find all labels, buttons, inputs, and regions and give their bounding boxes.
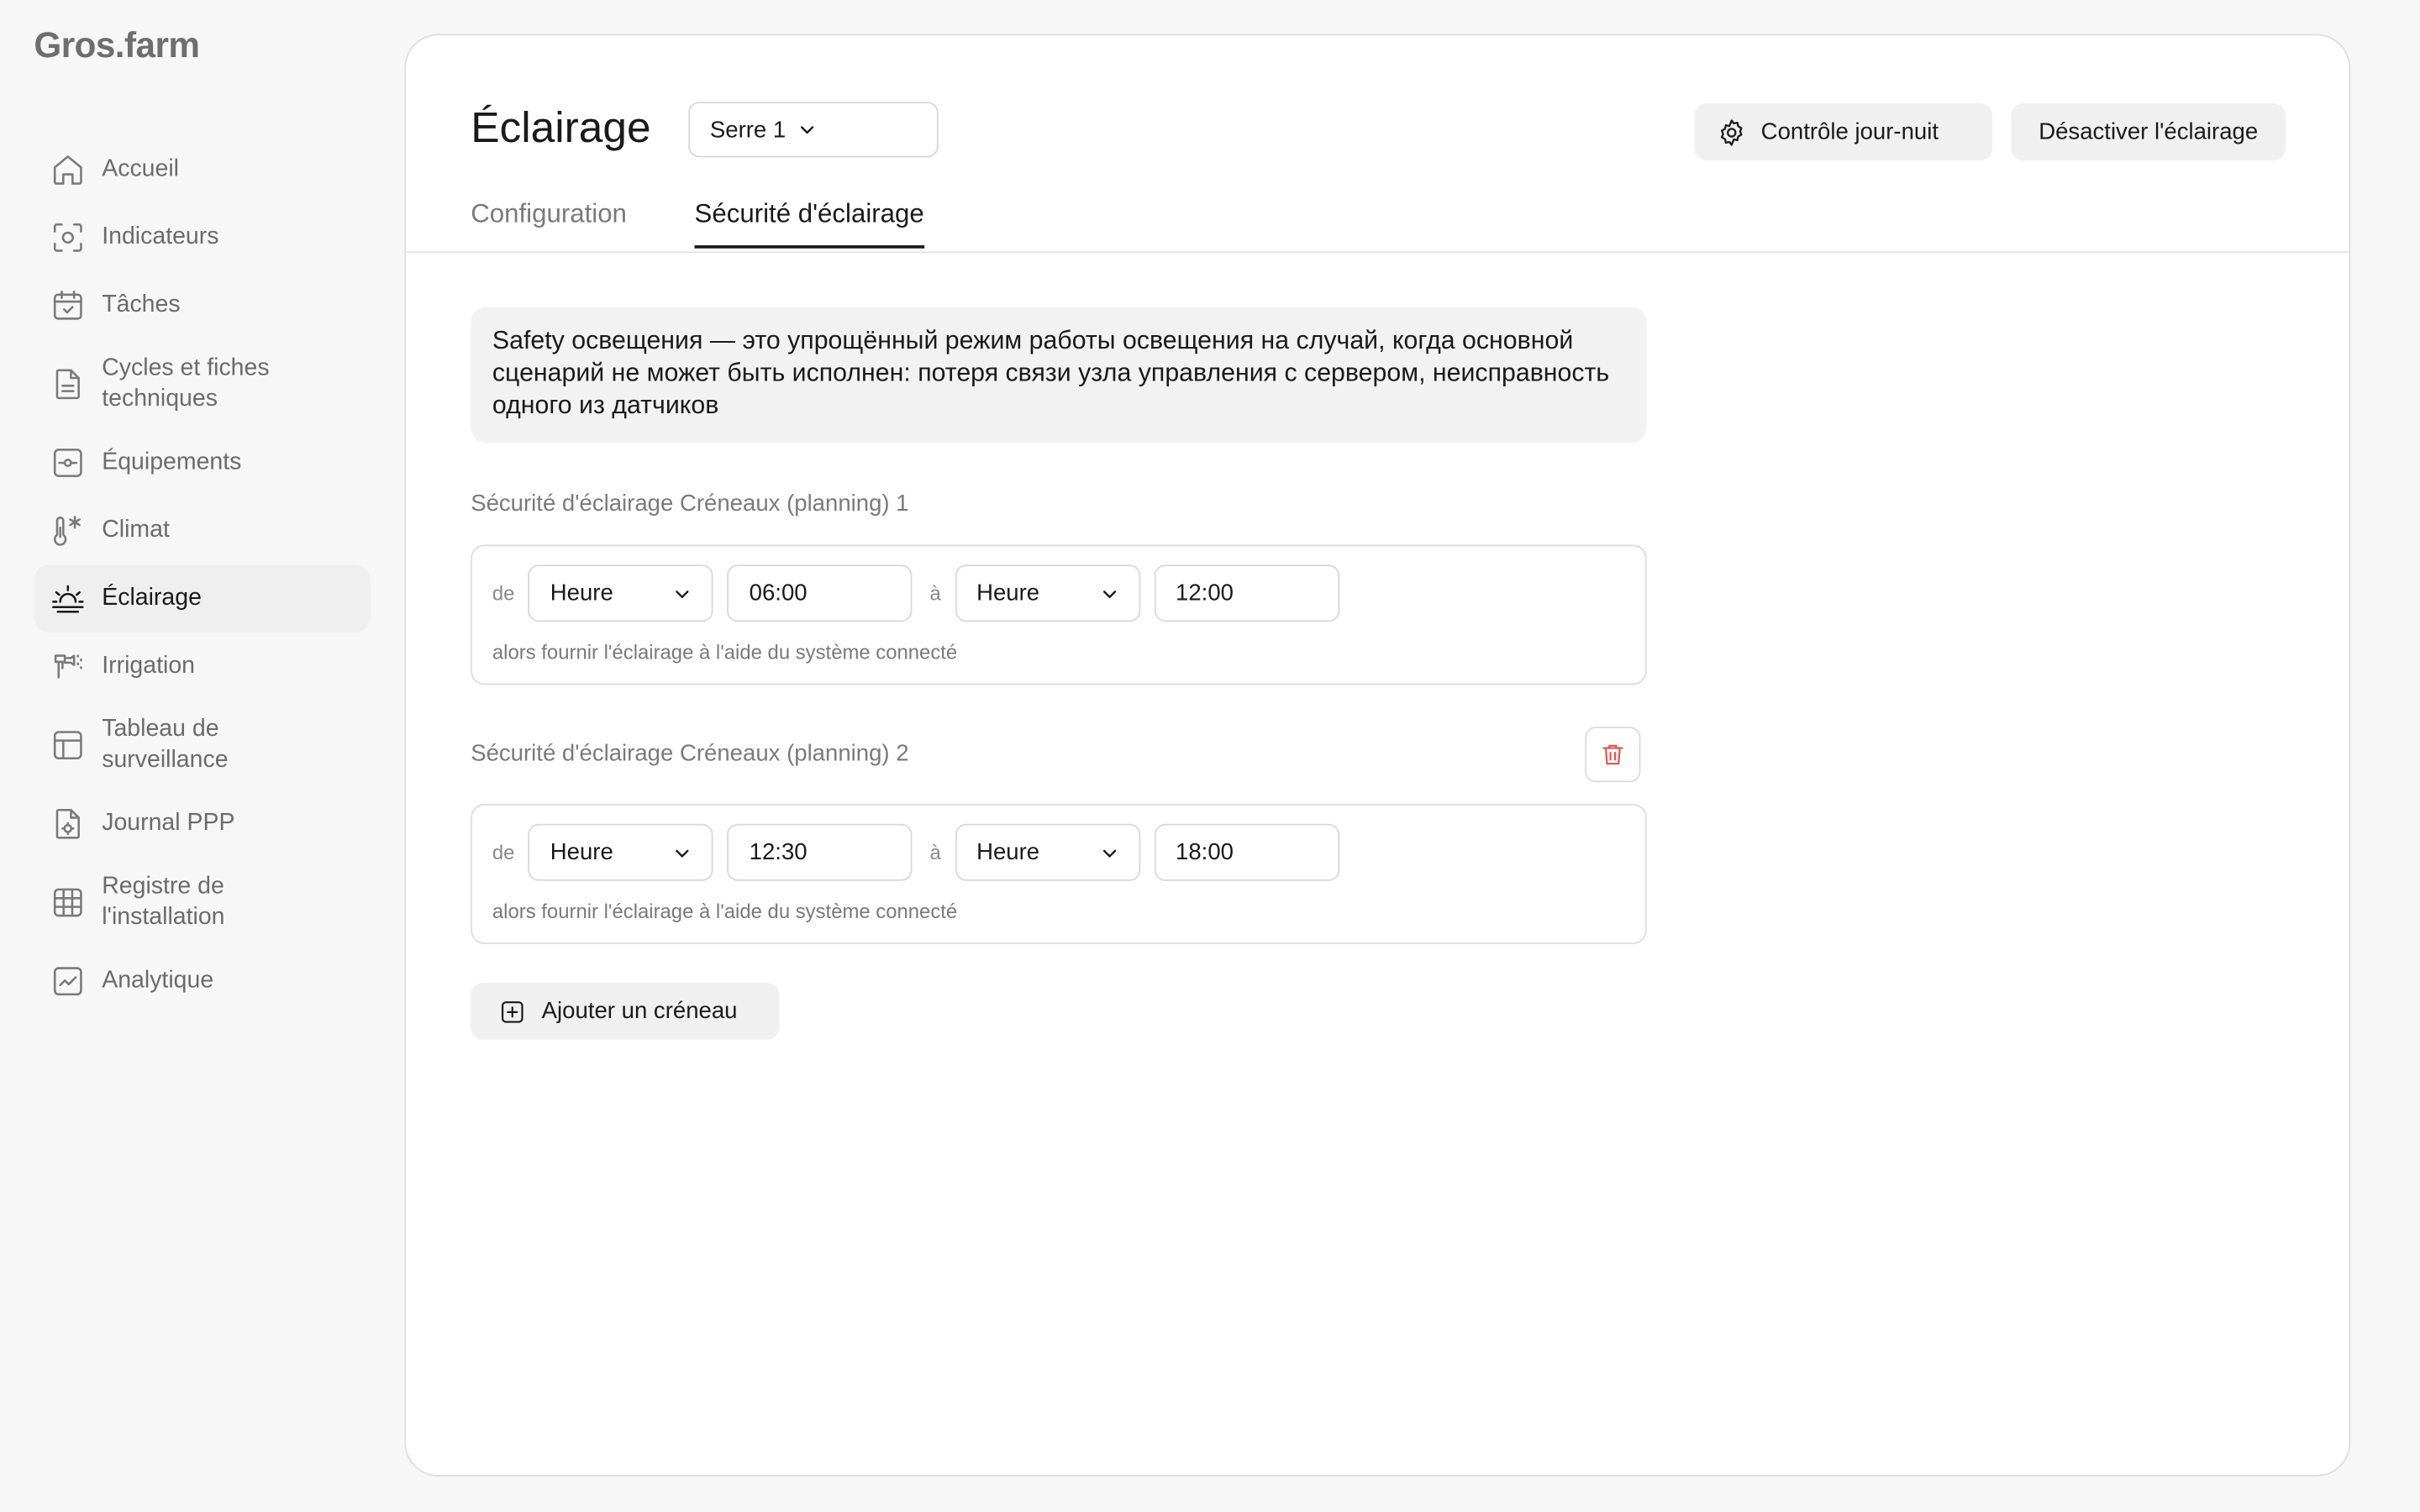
- tab-safety[interactable]: Sécurité d'éclairage: [694, 199, 924, 249]
- from-time-input[interactable]: 12:30: [727, 823, 913, 881]
- sidebar-item-label: Accueil: [102, 155, 179, 182]
- sidebar-item-journal[interactable]: Journal PPP: [34, 790, 370, 858]
- sidebar-item-equipements[interactable]: Équipements: [34, 429, 370, 497]
- sidebar-item-label: Climat: [102, 517, 170, 543]
- dashboard-grid-icon: [50, 727, 87, 764]
- to-time-input[interactable]: 18:00: [1154, 823, 1339, 881]
- trash-icon: [1602, 744, 1623, 765]
- from-unit-select[interactable]: Heure: [529, 564, 714, 622]
- to-unit-value: Heure: [976, 839, 1040, 866]
- add-slot-label: Ajouter un créneau: [541, 998, 738, 1025]
- sidebar-item-label: Indicateurs: [102, 223, 219, 250]
- irrigation-icon: [50, 648, 87, 685]
- delete-slot-button[interactable]: [1585, 727, 1641, 783]
- sunrise-icon: [50, 580, 87, 617]
- daynight-control-button[interactable]: Contrôle jour-nuit: [1694, 103, 1993, 161]
- sidebar-item-accueil[interactable]: Accueil: [34, 136, 370, 204]
- home-icon: [50, 151, 87, 188]
- indicators-icon: [50, 219, 87, 256]
- from-label: de: [492, 581, 515, 605]
- plus-square-icon: [501, 1000, 523, 1022]
- greenhouse-select[interactable]: Serre 1: [688, 102, 939, 158]
- slot-card: de Heure 06:00 à Heure 12:00 alors fourn…: [471, 544, 1647, 685]
- sidebar-item-label: Journal PPP: [102, 810, 235, 837]
- journal-icon: [50, 806, 87, 843]
- tab-configuration[interactable]: Configuration: [471, 199, 627, 245]
- sidebar-item-tableau[interactable]: Tableau de surveillance: [34, 701, 370, 790]
- sidebar-item-analytique[interactable]: Analytique: [34, 948, 370, 1016]
- from-unit-select[interactable]: Heure: [529, 823, 714, 881]
- to-unit-select[interactable]: Heure: [955, 823, 1140, 881]
- page-title: Éclairage: [471, 103, 651, 151]
- from-label: de: [492, 841, 515, 864]
- slot-title: Sécurité d'éclairage Créneaux (planning)…: [471, 491, 909, 517]
- slot-note: alors fournir l'éclairage à l'aide du sy…: [492, 640, 958, 664]
- sidebar-item-label: Tableau de surveillance: [102, 716, 229, 774]
- from-unit-value: Heure: [550, 580, 613, 606]
- main-card: Éclairage Serre 1 Contrôle jour-nuit Dés…: [404, 34, 2351, 1477]
- to-unit-value: Heure: [976, 580, 1040, 606]
- analytics-icon: [50, 963, 87, 1000]
- from-time-input[interactable]: 06:00: [727, 564, 913, 622]
- sidebar-item-cycles[interactable]: Cycles et fiches techniques: [34, 339, 370, 429]
- to-label: à: [929, 841, 941, 864]
- sidebar-item-label: Irrigation: [102, 652, 195, 680]
- to-time-input[interactable]: 12:00: [1154, 564, 1339, 622]
- sidebar-item-registre[interactable]: Registre de l'installation: [34, 858, 370, 948]
- brand-logo: Gros.farm: [34, 24, 200, 66]
- from-unit-value: Heure: [550, 839, 613, 866]
- sidebar-item-irrigation[interactable]: Irrigation: [34, 633, 370, 701]
- greenhouse-select-value: Serre 1: [709, 116, 786, 143]
- slot-row: de Heure 12:30 à Heure 18:00: [492, 823, 1339, 881]
- disable-lighting-label: Désactiver l'éclairage: [2039, 118, 2259, 145]
- grid-icon: [50, 884, 87, 921]
- safety-info-text: Safety освещения — это упрощённый режим …: [471, 307, 1647, 444]
- sidebar-item-taches[interactable]: Tâches: [34, 271, 370, 339]
- to-unit-select[interactable]: Heure: [955, 564, 1140, 622]
- disable-lighting-button[interactable]: Désactiver l'éclairage: [2011, 103, 2286, 161]
- slot-title: Sécurité d'éclairage Créneaux (planning)…: [471, 740, 909, 767]
- calendar-check-icon: [50, 287, 87, 324]
- tab-bar: Configuration Sécurité d'éclairage: [406, 190, 2349, 254]
- add-slot-button[interactable]: Ajouter un créneau: [471, 982, 780, 1040]
- sidebar-item-eclairage[interactable]: Éclairage: [34, 564, 371, 633]
- chevron-down-icon: [801, 126, 814, 134]
- sidebar-item-climat[interactable]: Climat: [34, 496, 370, 564]
- app-root: Gros.farm Accueil Indicateurs Tâches Cyc…: [0, 0, 2420, 1512]
- thermometer-snow-icon: [50, 512, 87, 549]
- document-icon: [50, 365, 87, 402]
- sidebar-item-label: Cycles et fiches techniques: [102, 354, 270, 412]
- chevron-down-icon: [1102, 848, 1116, 857]
- daynight-control-label: Contrôle jour-nuit: [1760, 118, 1939, 145]
- chevron-down-icon: [1102, 590, 1116, 598]
- chevron-down-icon: [676, 848, 690, 857]
- slot-row: de Heure 06:00 à Heure 12:00: [492, 564, 1339, 622]
- sidebar: Accueil Indicateurs Tâches Cycles et fic…: [34, 136, 371, 1016]
- gear-icon: [1720, 118, 1743, 145]
- sidebar-item-label: Tâches: [102, 291, 181, 318]
- sidebar-item-label: Registre de l'installation: [102, 873, 225, 931]
- sidebar-item-label: Analytique: [102, 967, 214, 994]
- slot-note: alors fournir l'éclairage à l'aide du sy…: [492, 899, 958, 923]
- sidebar-item-indicateurs[interactable]: Indicateurs: [34, 203, 370, 271]
- chevron-down-icon: [676, 590, 690, 598]
- equipment-icon: [50, 444, 87, 481]
- sidebar-item-label: Éclairage: [102, 585, 202, 612]
- slot-card: de Heure 12:30 à Heure 18:00 alors fourn…: [471, 803, 1647, 945]
- to-label: à: [929, 581, 941, 605]
- sidebar-item-label: Équipements: [102, 449, 242, 475]
